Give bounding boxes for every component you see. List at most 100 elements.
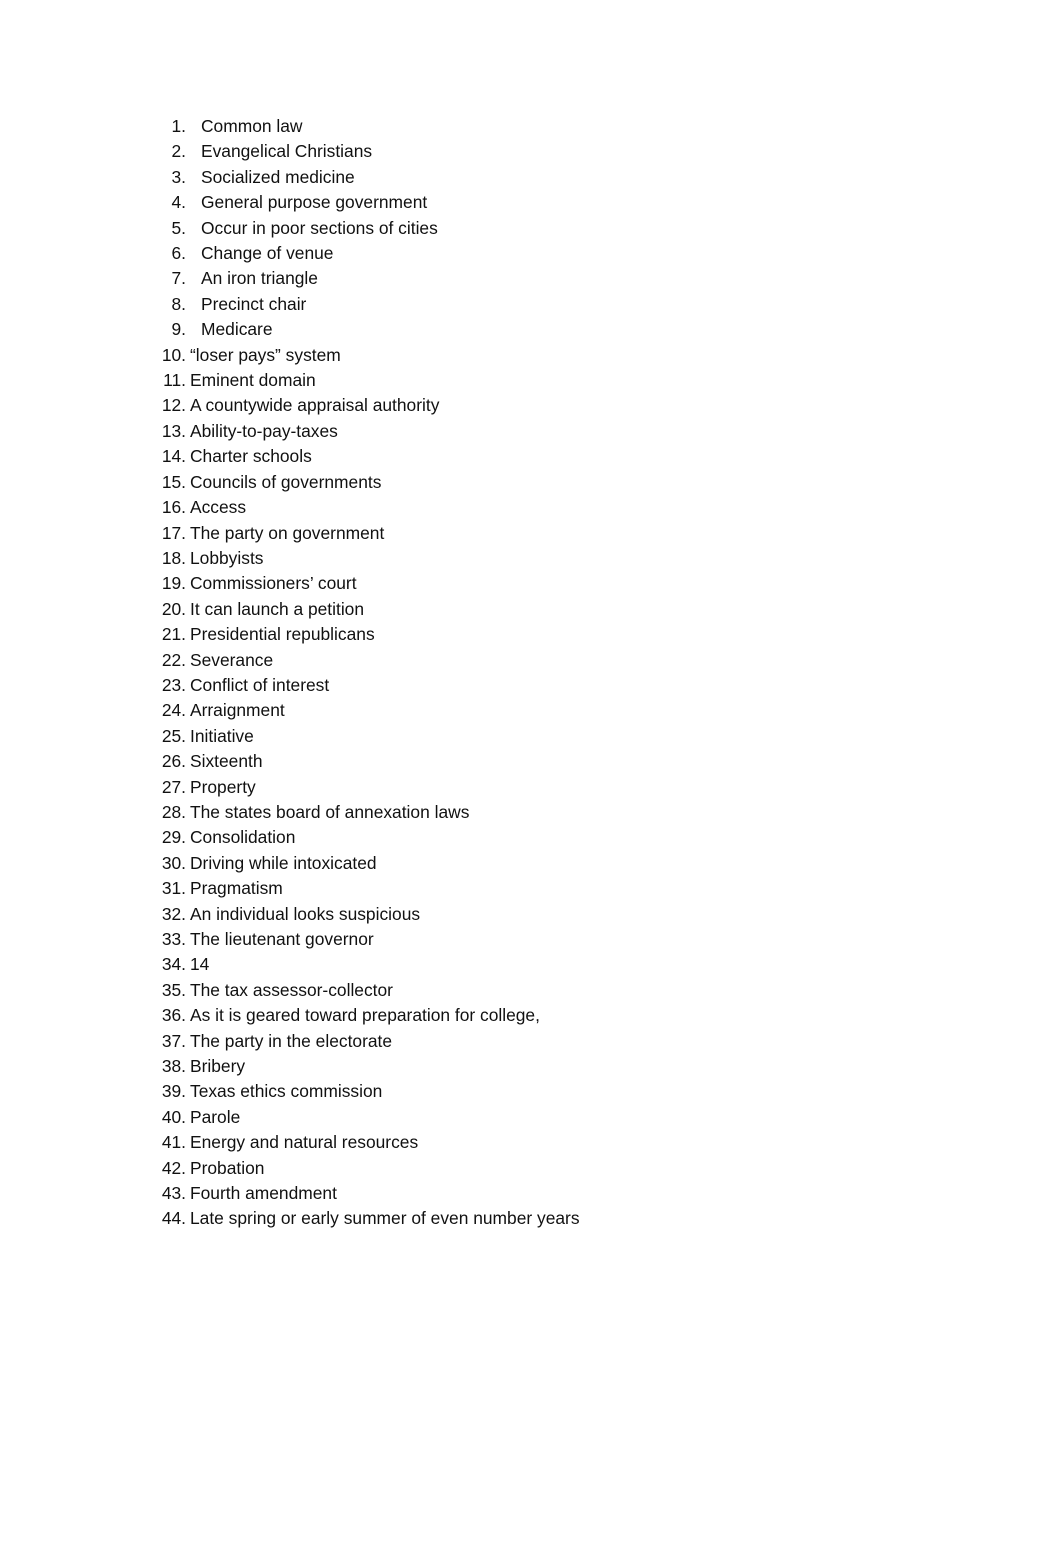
list-item-text: An individual looks suspicious xyxy=(190,903,421,924)
list-item: 42. Probation xyxy=(0,1156,1062,1181)
list-item-number: 25. xyxy=(161,725,186,746)
list-item-number: 17. xyxy=(161,522,186,543)
list-item: 1. Common law xyxy=(0,114,1062,139)
list-item: 8. Precinct chair xyxy=(0,292,1062,317)
list-item: 25. Initiative xyxy=(0,724,1062,749)
list-item: 21. Presidential republicans xyxy=(0,622,1062,647)
list-item-number: 38. xyxy=(161,1056,186,1077)
list-item-number: 28. xyxy=(161,801,186,822)
document-body: 1. Common law 2. Evangelical Christians 3. So… xyxy=(0,114,1062,1232)
list-item-text: Conflict of interest xyxy=(190,674,330,695)
list-item-number: 2. xyxy=(171,141,186,162)
list-item-text: Initiative xyxy=(190,725,254,746)
list-item: 11. Eminent domain xyxy=(0,368,1062,393)
list-item-text: The party in the electorate xyxy=(190,1030,393,1051)
list-item-number: 18. xyxy=(161,547,186,568)
list-item-text: Severance xyxy=(190,649,274,670)
list-item-text: Eminent domain xyxy=(190,370,316,391)
list-item: 18. Lobbyists xyxy=(0,546,1062,571)
list-item-number: 42. xyxy=(161,1157,186,1178)
list-item-text: An iron triangle xyxy=(201,268,318,289)
list-item: 23. Conflict of interest xyxy=(0,673,1062,698)
list-item: 41. Energy and natural resources xyxy=(0,1130,1062,1155)
list-item-number: 19. xyxy=(161,573,186,594)
list-item-text: Pragmatism xyxy=(190,878,283,899)
list-item: 9. Medicare xyxy=(0,317,1062,342)
list-item-text: Ability-to-pay-taxes xyxy=(190,420,338,441)
list-item: 28. The states board of annexation laws xyxy=(0,800,1062,825)
list-item-text: Arraignment xyxy=(190,700,285,721)
list-item: 34. 14 xyxy=(0,952,1062,977)
list-item-number: 33. xyxy=(161,929,186,949)
list-item: 40. Parole xyxy=(0,1105,1062,1130)
list-item: 27. Property xyxy=(0,775,1062,800)
list-item-number: 36. xyxy=(161,1005,186,1026)
list-item-number: 35. xyxy=(161,979,186,1000)
list-item-text: Parole xyxy=(190,1106,241,1127)
list-item-text: Charter schools xyxy=(190,446,312,467)
list-item-text: The tax assessor-collector xyxy=(190,979,393,1000)
list-item-text: A countywide appraisal authority xyxy=(190,395,440,416)
list-item: 37. The party in the electorate xyxy=(0,1029,1062,1054)
list-item-number: 7. xyxy=(171,268,186,289)
list-item: 12. A countywide appraisal authority xyxy=(0,393,1062,418)
list-item-number: 34. xyxy=(161,954,186,975)
list-item-number: 6. xyxy=(171,243,186,264)
list-item: 38. Bribery xyxy=(0,1054,1062,1079)
list-item: 30. Driving while intoxicated xyxy=(0,851,1062,876)
list-item-number: 30. xyxy=(161,852,186,873)
list-item-text: Presidential republicans xyxy=(190,624,375,645)
list-item-number: 5. xyxy=(171,217,186,238)
list-item-text: Evangelical Christians xyxy=(201,141,373,162)
list-item-text: Bribery xyxy=(190,1056,246,1077)
list-item: 26. Sixteenth xyxy=(0,749,1062,774)
list-item: 3. Socialized medicine xyxy=(0,165,1062,190)
list-item-number: 13. xyxy=(161,420,186,441)
list-item-number: 32. xyxy=(161,903,186,924)
list-item: 5. Occur in poor sections of cities xyxy=(0,216,1062,241)
list-item-number: 20. xyxy=(161,598,186,619)
list-item-text: It can launch a petition xyxy=(190,598,365,619)
list-item-text: Occur in poor sections of cities xyxy=(201,217,438,238)
list-item-text: “loser pays” system xyxy=(190,344,341,365)
list-item-number: 23. xyxy=(161,674,186,695)
list-item-text: The party on government xyxy=(190,522,385,543)
list-item-number: 14. xyxy=(161,446,186,467)
list-item-number: 21. xyxy=(161,624,186,645)
list-item-text: As it is geared toward preparation for c… xyxy=(190,1005,540,1026)
list-item-number: 37. xyxy=(161,1030,186,1051)
list-item: 39. Texas ethics commission xyxy=(0,1079,1062,1104)
list-item-text: Lobbyists xyxy=(190,547,264,568)
list-item-number: 1. xyxy=(171,116,186,136)
document-page: 1. Common law 2. Evangelical Christians 3. So… xyxy=(0,0,1062,1556)
list-item: 20. It can launch a petition xyxy=(0,597,1062,622)
answer-list: 1. Common law 2. Evangelical Christians 3. So… xyxy=(0,114,1062,1232)
list-item-number: 26. xyxy=(161,751,186,772)
list-item-number: 15. xyxy=(161,471,186,492)
list-item-number: 44. xyxy=(161,1208,186,1229)
list-item-text: Property xyxy=(190,776,256,797)
list-item-number: 3. xyxy=(171,166,186,187)
list-item: 16. Access xyxy=(0,495,1062,520)
list-item-number: 24. xyxy=(161,700,186,721)
list-item-text: The states board of annexation laws xyxy=(190,801,470,822)
list-item: 6. Change of venue xyxy=(0,241,1062,266)
list-item-text: Councils of governments xyxy=(190,471,382,492)
list-item-number: 10. xyxy=(161,344,186,365)
list-item: 22. Severance xyxy=(0,648,1062,673)
list-item-number: 22. xyxy=(161,649,186,670)
list-item-text: 14 xyxy=(190,954,210,975)
list-item: 7. An iron triangle xyxy=(0,266,1062,291)
list-item-number: 16. xyxy=(161,497,186,518)
list-item-text: Precinct chair xyxy=(201,293,307,314)
list-item-text: The lieutenant governor xyxy=(190,929,374,949)
list-item: 43. Fourth amendment xyxy=(0,1181,1062,1206)
list-item-text: General purpose government xyxy=(201,192,428,213)
list-item-number: 12. xyxy=(161,395,186,416)
list-item: 44. Late spring or early summer of even n… xyxy=(0,1206,1062,1231)
list-item: 31. Pragmatism xyxy=(0,876,1062,901)
list-item-number: 39. xyxy=(161,1081,186,1102)
list-item-text: Late spring or early summer of even numb… xyxy=(190,1208,580,1229)
list-item: 19. Commissioners’ court xyxy=(0,571,1062,596)
list-item-number: 41. xyxy=(161,1132,186,1153)
